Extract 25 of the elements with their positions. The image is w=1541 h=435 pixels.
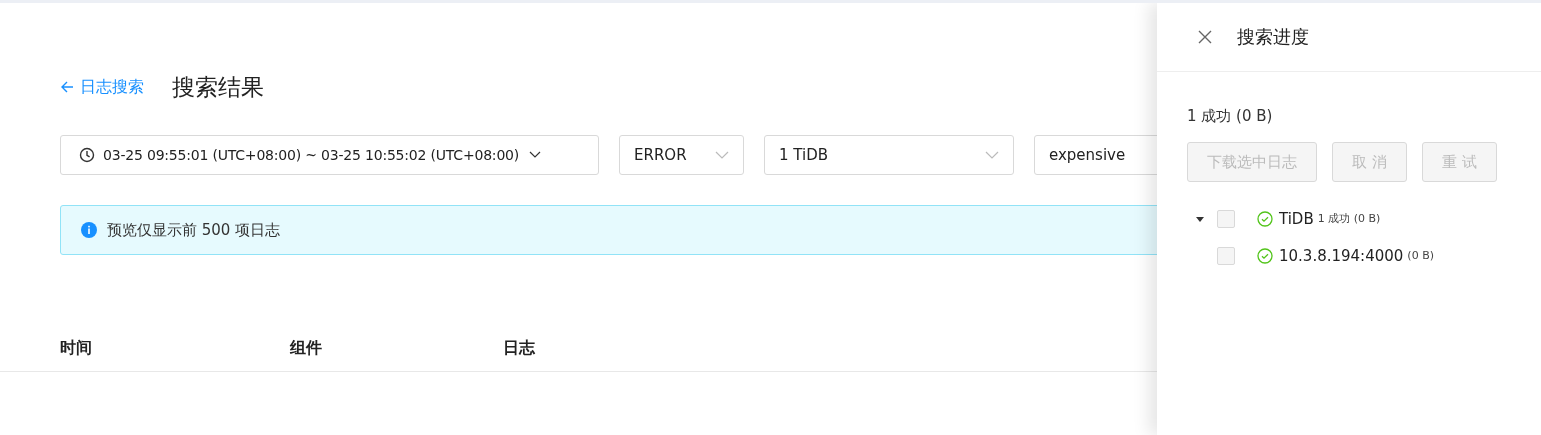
chevron-down-icon (529, 151, 542, 159)
summary-text: 1 成功 (0 B) (1187, 107, 1274, 126)
alert-text: 预览仅显示前 500 项日志 (107, 220, 281, 240)
chevron-down-icon (715, 151, 729, 159)
close-icon[interactable] (1197, 29, 1213, 45)
column-header: 组件 (290, 337, 323, 359)
check-circle-icon (1257, 247, 1273, 264)
node-name: 10.3.8.194:4000 (1279, 246, 1404, 265)
node-detail: 1 成功 (0 B) (1317, 211, 1381, 226)
drawer-title: 搜索进度 (1237, 25, 1309, 49)
info-icon (81, 222, 97, 238)
node-name: TiDB (1279, 209, 1314, 228)
checkbox[interactable] (1217, 246, 1235, 265)
column-header: 日志 (503, 337, 535, 359)
component-select[interactable]: 1 TiDB (764, 135, 1014, 175)
node-detail: (0 B) (1407, 249, 1434, 262)
clock-icon (79, 147, 95, 163)
checkbox[interactable] (1217, 209, 1235, 228)
chevron-down-icon (985, 151, 999, 159)
time-range-picker[interactable]: 03-25 09:55:01 (UTC+08:00) ~ 03-25 10:55:02 (UTC+08:00) (60, 135, 599, 175)
level-select[interactable]: ERROR (619, 135, 744, 175)
column-header: 时间 (60, 337, 93, 359)
page-title: 搜索结果 (172, 72, 264, 102)
arrow-left-icon (60, 80, 74, 94)
check-circle-icon (1257, 210, 1273, 227)
